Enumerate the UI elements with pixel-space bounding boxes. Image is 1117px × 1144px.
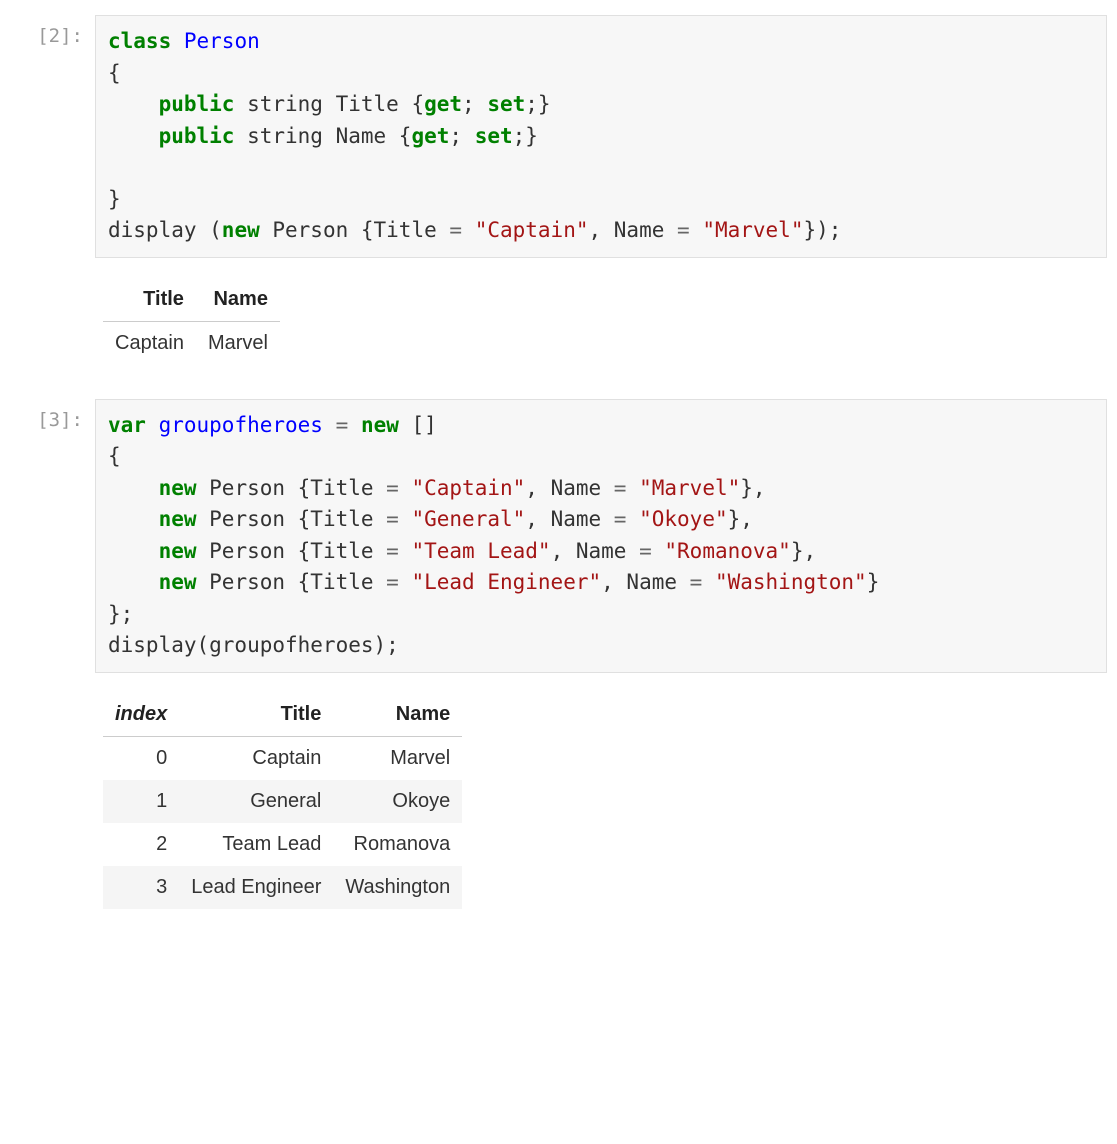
table-cell-index: 1 (103, 780, 179, 823)
output-area: TitleNameCaptainMarvel (95, 266, 1107, 369)
table-header: Name (196, 278, 280, 322)
table-cell-index: 3 (103, 866, 179, 909)
output-table: indexTitleName0CaptainMarvel1GeneralOkoy… (103, 693, 462, 909)
output-row: TitleNameCaptainMarvel (10, 266, 1107, 369)
code-input[interactable]: var groupofheroes = new [] { new Person … (95, 399, 1107, 673)
table-header: Name (333, 693, 462, 737)
table-cell: Washington (333, 866, 462, 909)
table-cell: Marvel (333, 736, 462, 780)
table-cell: Captain (179, 736, 333, 780)
output-area: indexTitleName0CaptainMarvel1GeneralOkoy… (95, 681, 1107, 913)
table-row: 1GeneralOkoye (103, 780, 462, 823)
table-cell: Okoye (333, 780, 462, 823)
table-cell: Team Lead (179, 823, 333, 866)
table-cell: Lead Engineer (179, 866, 333, 909)
code-cell: [3]: var groupofheroes = new [] { new Pe… (10, 399, 1107, 673)
code-input[interactable]: class Person { public string Title {get;… (95, 15, 1107, 258)
table-cell-index: 0 (103, 736, 179, 780)
table-cell-index: 2 (103, 823, 179, 866)
table-row: 2Team LeadRomanova (103, 823, 462, 866)
output-row: indexTitleName0CaptainMarvel1GeneralOkoy… (10, 681, 1107, 913)
table-cell: General (179, 780, 333, 823)
table-row: 0CaptainMarvel (103, 736, 462, 780)
cell-prompt: [2]: (10, 15, 95, 258)
table-row: 3Lead EngineerWashington (103, 866, 462, 909)
table-header: Title (103, 278, 196, 322)
code-cell: [2]: class Person { public string Title … (10, 15, 1107, 258)
output-table: TitleNameCaptainMarvel (103, 278, 280, 365)
table-cell: Romanova (333, 823, 462, 866)
table-header: Title (179, 693, 333, 737)
table-cell: Captain (103, 321, 196, 365)
table-header-index: index (103, 693, 179, 737)
table-cell: Marvel (196, 321, 280, 365)
cell-prompt: [3]: (10, 399, 95, 673)
table-row: CaptainMarvel (103, 321, 280, 365)
